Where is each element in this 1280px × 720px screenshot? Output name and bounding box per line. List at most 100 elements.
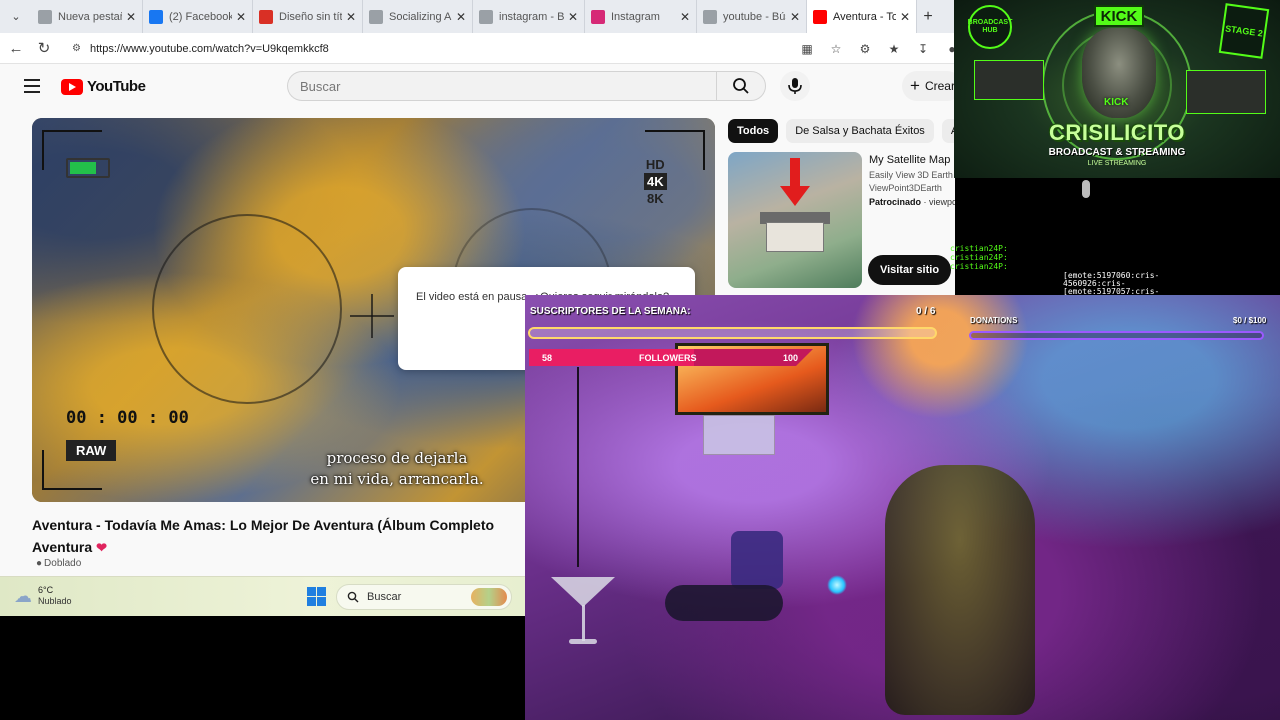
reload-button[interactable]: ↻ <box>30 34 58 62</box>
console-illustration <box>1186 70 1266 114</box>
mixer-illustration <box>974 60 1044 100</box>
ad-thumbnail[interactable] <box>728 152 862 288</box>
tab-list-button[interactable]: ⌄ <box>0 0 32 33</box>
tab-title: instagram - Bú <box>499 10 564 23</box>
back-button[interactable]: ← <box>2 34 30 62</box>
person-icon: ● <box>36 558 43 569</box>
chat-emotes: [emote:5197060:cris- 4560926:cris- [emot… <box>1063 272 1159 296</box>
browser-tab[interactable]: instagram - Bú ✕ <box>473 0 585 33</box>
red-arrow-icon <box>790 158 800 188</box>
favorite-icon[interactable]: ☆ <box>825 38 847 60</box>
browser-tab[interactable]: Aventura - Tod ✕ <box>807 0 917 33</box>
youtube-wordmark: YouTube <box>87 78 146 95</box>
chat-user: cristian24P: <box>950 253 1008 262</box>
tab-title: youtube - Búsc <box>723 10 786 23</box>
create-button[interactable]: + Crear <box>902 71 962 101</box>
create-label: Crear <box>924 79 955 93</box>
taskbar-search-label: Buscar <box>367 591 402 603</box>
led-light <box>827 575 847 595</box>
heart-icon: ❤ <box>96 540 108 555</box>
crosshair-icon <box>350 294 394 338</box>
hoverboard <box>665 585 783 621</box>
video-title-continued: Aventura ❤ <box>32 536 107 559</box>
windows-start-icon[interactable] <box>307 587 326 606</box>
visit-site-button[interactable]: Visitar sitio <box>868 255 951 285</box>
youtube-play-icon <box>61 78 83 95</box>
site-info-icon[interactable]: ⚙ <box>72 43 84 55</box>
chat-user: cristian24P: <box>950 262 1008 271</box>
youtube-logo[interactable]: YouTube <box>61 78 146 95</box>
broadcast-hub-badge: BROADCAST HUB <box>968 5 1012 49</box>
downloads-icon[interactable]: ↧ <box>912 38 934 60</box>
subs-goal-count: 0 / 6 <box>916 306 936 317</box>
weather-widget[interactable]: ☁ 6°C Nublado <box>14 585 72 607</box>
chip-all[interactable]: Todos <box>728 119 779 143</box>
close-tab-icon[interactable]: ✕ <box>900 10 910 24</box>
tab-title: (2) Facebook <box>169 10 232 23</box>
close-tab-icon[interactable]: ✕ <box>346 10 356 24</box>
tab-title: Aventura - Tod <box>833 10 896 23</box>
chat-message: cristian24P: <box>950 253 1008 262</box>
close-tab-icon[interactable]: ✕ <box>680 10 690 24</box>
browser-tab[interactable]: youtube - Búsc ✕ <box>697 0 807 33</box>
url-text: https://www.youtube.com/watch?v=U9kqemkk… <box>90 42 329 55</box>
taskbar-search[interactable]: Buscar <box>336 584 512 610</box>
chat-message: cristian24P: <box>950 244 1008 253</box>
ad-domain: viewpoint3dearth.com <box>929 197 955 207</box>
search-button[interactable] <box>716 71 766 101</box>
subs-goal-bar <box>528 327 937 339</box>
video-title-line2: Aventura <box>32 539 93 555</box>
apps-icon[interactable]: ▦ <box>796 38 818 60</box>
search-placeholder: Buscar <box>300 78 341 94</box>
8k-label: 8K <box>647 191 664 206</box>
document-icon <box>259 9 273 24</box>
browser-tab[interactable]: Instagram ✕ <box>585 0 697 33</box>
plus-icon: + <box>910 76 920 95</box>
new-tab-button[interactable]: + <box>917 0 939 33</box>
followers-current: 58 <box>542 352 553 363</box>
facebook-icon <box>149 9 163 24</box>
menu-icon[interactable] <box>24 79 40 93</box>
donations-bar <box>969 331 1264 340</box>
ad-title[interactable]: My Satellite Map <box>869 154 955 166</box>
close-tab-icon[interactable]: ✕ <box>790 10 800 24</box>
filter-chips: Todos De Salsa y Bachata Éxitos A <box>728 119 968 143</box>
raw-label: RAW <box>66 440 117 461</box>
search-input[interactable]: Buscar <box>287 71 716 101</box>
browser-tab[interactable]: Socializing And ✕ <box>363 0 473 33</box>
close-tab-icon[interactable]: ✕ <box>568 10 578 24</box>
chat-user: cristian24P: <box>950 244 1008 253</box>
tab-title: Socializing And <box>389 10 452 23</box>
microphone-icon <box>788 78 802 94</box>
voice-search-button[interactable] <box>780 71 810 101</box>
tab-title: Instagram <box>611 10 660 23</box>
close-tab-icon[interactable]: ✕ <box>236 10 246 24</box>
extensions-icon[interactable]: ⚙ <box>854 38 876 60</box>
close-tab-icon[interactable]: ✕ <box>456 10 466 24</box>
screen: ⌄ Nueva pestaña✕(2) Facebook✕Diseño sin … <box>0 0 1280 720</box>
sidebar-scrollbar[interactable] <box>1082 180 1090 198</box>
browser-tab[interactable]: Diseño sin títul ✕ <box>253 0 363 33</box>
search-highlight-icon <box>471 588 507 606</box>
favorites-icon[interactable]: ★ <box>883 38 905 60</box>
video-title: Aventura - Todavía Me Amas: Lo Mejor De … <box>32 517 495 533</box>
house-illustration <box>766 222 824 252</box>
cloud-icon: ☁ <box>14 585 32 606</box>
sponsored-label: Patrocinado <box>869 197 922 207</box>
search-icon <box>733 78 749 94</box>
browser-tab[interactable]: (2) Facebook ✕ <box>143 0 253 33</box>
kick-logo-top: KICK <box>1094 5 1144 27</box>
chat-message: cristian24P: <box>950 262 1008 271</box>
chip-salsa-bachata[interactable]: De Salsa y Bachata Éxitos <box>786 119 934 143</box>
chat-overlay: cristian24P: cristian24P: cristian24P: <box>950 244 1008 271</box>
video-subtitle: proceso de dejarla en mi vida, arrancarl… <box>232 448 562 490</box>
ad-info: My Satellite Map Easily View 3D Earth Im… <box>869 154 955 210</box>
search-icon <box>369 9 383 24</box>
martini-glass-icon <box>551 577 615 649</box>
youtube-header: YouTube Buscar + Crear <box>0 64 962 110</box>
address-bar[interactable]: ⚙ https://www.youtube.com/watch?v=U9kqem… <box>62 37 797 60</box>
subtitle-line: proceso de dejarla <box>326 449 468 467</box>
close-tab-icon[interactable]: ✕ <box>126 10 136 24</box>
dubbed-label: Doblado <box>44 558 82 569</box>
browser-tab[interactable]: Nueva pestaña ✕ <box>32 0 143 33</box>
